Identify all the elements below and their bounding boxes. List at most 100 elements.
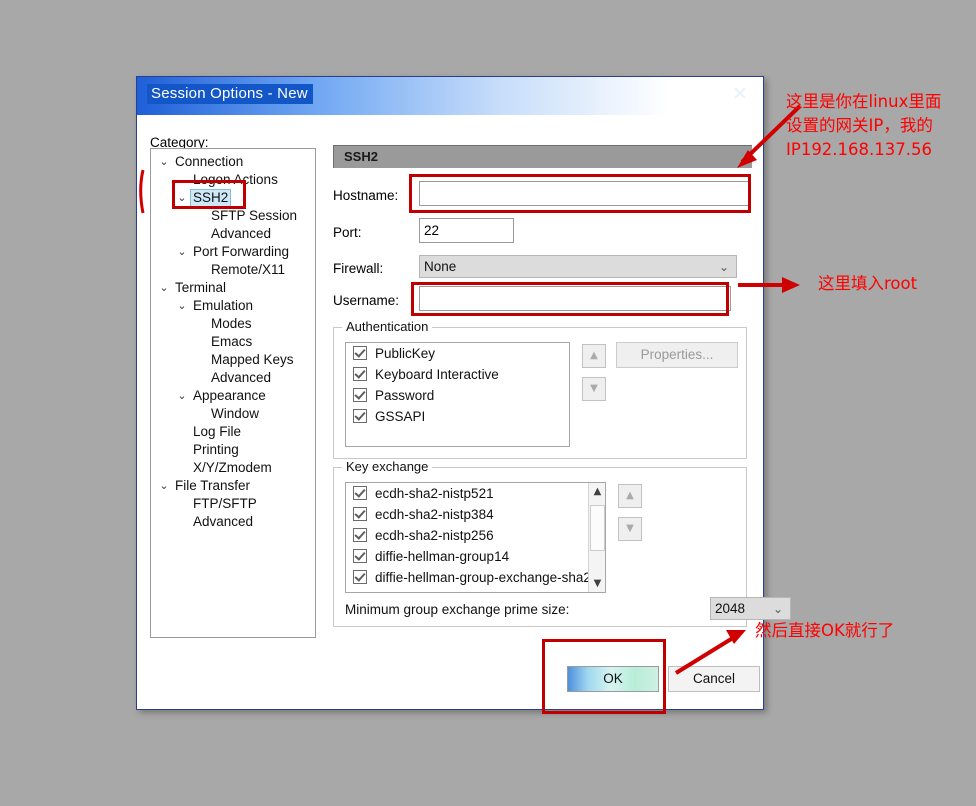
ssh2-panel-title: SSH2 [344,149,378,164]
scroll-down-icon[interactable]: ▼ [589,575,605,592]
kex-item[interactable]: diffie-hellman-group14 [346,546,590,567]
cancel-button[interactable]: Cancel [668,666,760,692]
tree-item-mapped-keys[interactable]: Mapped Keys [151,351,315,369]
tree-item-label: Advanced [211,370,272,385]
firewall-select[interactable]: None ⌄ [419,255,737,278]
chevron-down-icon[interactable]: ⌄ [175,243,189,261]
kex-item-label: ecdh-sha2-nistp256 [375,528,494,543]
auth-move-down-button[interactable]: ▼ [582,377,606,401]
tree-item-appearance[interactable]: ⌄ Appearance [151,387,315,405]
tree-item-label: Advanced [211,226,272,241]
auth-item-label: PublicKey [375,346,436,361]
tree-item-label: Logon Actions [193,172,278,187]
chevron-down-icon[interactable]: ⌄ [157,279,171,297]
auth-item[interactable]: Password [346,385,569,406]
tree-item-advanced[interactable]: Advanced [151,513,315,531]
tree-item-label: Emulation [193,298,254,313]
checkbox-checked-icon[interactable] [353,570,367,584]
chevron-down-icon[interactable]: ⌄ [157,477,171,495]
kex-item-label: diffie-hellman-group-exchange-sha256 [375,570,606,585]
tree-item-label: Log File [193,424,242,439]
close-icon[interactable]: ✕ [727,82,753,106]
auth-move-up-button[interactable]: ▲ [582,344,606,368]
prime-size-label: Minimum group exchange prime size: [345,602,570,617]
authentication-list[interactable]: PublicKey Keyboard Interactive Password GSS… [345,342,570,447]
tree-item-label: SFTP Session [211,208,298,223]
tree-item-label: SSH2 [190,189,232,207]
prime-size-value: 2048 [715,601,746,616]
key-exchange-group-title: Key exchange [342,459,433,474]
tree-item-x-y-zmodem[interactable]: X/Y/Zmodem [151,459,315,477]
port-input[interactable] [419,218,514,243]
tree-item-terminal[interactable]: ⌄ Terminal [151,279,315,297]
auth-item[interactable]: PublicKey [346,343,569,364]
tree-item-ssh2[interactable]: ⌄ SSH2 [151,189,315,207]
title-bar: Session Options - New ✕ [137,77,763,115]
tree-item-advanced[interactable]: Advanced [151,369,315,387]
tree-item-file-transfer[interactable]: ⌄ File Transfer [151,477,315,495]
checkbox-checked-icon[interactable] [353,507,367,521]
kex-move-up-button[interactable]: ▲ [618,484,642,508]
tree-item-sftp-session[interactable]: SFTP Session [151,207,315,225]
checkbox-checked-icon[interactable] [353,367,367,381]
auth-item[interactable]: GSSAPI [346,406,569,427]
category-tree[interactable]: ⌄ Connection Logon Actions ⌄ SSH2 SFTP Sessio… [150,148,316,638]
tree-item-modes[interactable]: Modes [151,315,315,333]
chevron-down-icon[interactable]: ⌄ [175,189,189,207]
hostname-input[interactable] [419,181,751,206]
key-exchange-list[interactable]: ecdh-sha2-nistp521 ecdh-sha2-nistp384 ecdh… [345,482,606,593]
tree-item-emulation[interactable]: ⌄ Emulation [151,297,315,315]
authentication-group: Authentication PublicKey Keyboard Interac… [333,319,747,459]
tree-item-label: Terminal [175,280,227,295]
hostname-label: Hostname: [333,188,399,203]
tree-item-ftp-sftp[interactable]: FTP/SFTP [151,495,315,513]
tree-item-printing[interactable]: Printing [151,441,315,459]
kex-item[interactable]: ecdh-sha2-nistp521 [346,483,590,504]
prime-size-select[interactable]: 2048 ⌄ [710,597,791,620]
chevron-down-icon[interactable]: ⌄ [175,387,189,405]
tree-item-label: Mapped Keys [211,352,294,367]
username-input[interactable] [419,286,731,311]
annotation-text-hostname: 这里是你在linux里面 设置的网关IP，我的 IP192.168.137.56 [786,92,942,159]
kex-move-down-button[interactable]: ▼ [618,517,642,541]
chevron-down-icon[interactable]: ⌄ [175,297,189,315]
tree-item-connection[interactable]: ⌄ Connection [151,153,315,171]
tree-item-advanced[interactable]: Advanced [151,225,315,243]
checkbox-checked-icon[interactable] [353,346,367,360]
chevron-down-icon[interactable]: ⌄ [157,153,171,171]
tree-item-port-forwarding[interactable]: ⌄ Port Forwarding [151,243,315,261]
authentication-group-title: Authentication [342,319,433,334]
kex-item-label: diffie-hellman-group14 [375,549,510,564]
tree-item-label: FTP/SFTP [193,496,257,511]
tree-item-label: Remote/X11 [211,262,286,277]
auth-item-label: GSSAPI [375,409,426,424]
annotation-text-username: 这里填入root [818,274,918,293]
tree-item-emacs[interactable]: Emacs [151,333,315,351]
chevron-down-icon: ⌄ [772,602,783,616]
ssh2-panel-header: SSH2 [333,145,752,168]
checkbox-checked-icon[interactable] [353,486,367,500]
annotation-text-ok: 然后直接OK就行了 [755,621,895,640]
auth-properties-button[interactable]: Properties... [616,342,738,368]
checkbox-checked-icon[interactable] [353,409,367,423]
checkbox-checked-icon[interactable] [353,549,367,563]
tree-item-remote-x11[interactable]: Remote/X11 [151,261,315,279]
tree-item-label: Port Forwarding [193,244,290,259]
scrollbar-thumb[interactable] [590,505,605,551]
tree-item-window[interactable]: Window [151,405,315,423]
checkbox-checked-icon[interactable] [353,528,367,542]
kex-item[interactable]: ecdh-sha2-nistp384 [346,504,590,525]
tree-item-log-file[interactable]: Log File [151,423,315,441]
firewall-label: Firewall: [333,261,384,276]
tree-item-logon-actions[interactable]: Logon Actions [151,171,315,189]
chevron-down-icon: ⌄ [718,260,729,274]
kex-item[interactable]: diffie-hellman-group-exchange-sha256 [346,567,605,588]
checkbox-checked-icon[interactable] [353,388,367,402]
session-options-dialog: Session Options - New ✕ Category: ⌄ Conne… [136,76,791,710]
kex-item-label: ecdh-sha2-nistp384 [375,507,494,522]
key-exchange-scrollbar[interactable]: ▲ ▼ [588,483,605,592]
kex-item[interactable]: ecdh-sha2-nistp256 [346,525,590,546]
auth-item[interactable]: Keyboard Interactive [346,364,569,385]
ok-button[interactable]: OK [567,666,659,692]
scroll-up-icon[interactable]: ▲ [589,483,605,500]
